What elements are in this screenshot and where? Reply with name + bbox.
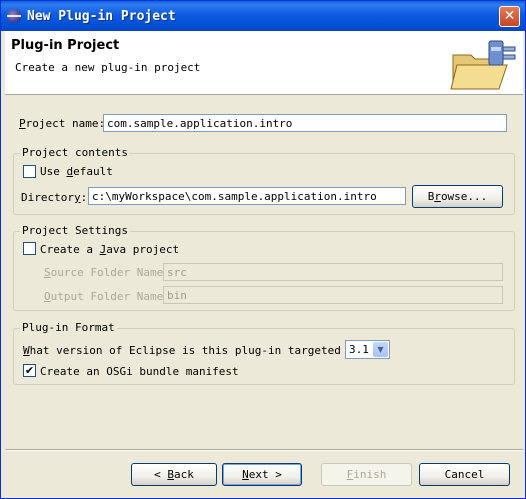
directory-label: Directory:: [21, 191, 88, 204]
directory-input[interactable]: c:\myWorkspace\com.sample.application.in…: [88, 187, 406, 205]
browse-button[interactable]: Browse...: [412, 185, 503, 208]
close-button[interactable]: ✕: [499, 6, 520, 27]
source-folder-label: Source Folder Name:: [44, 266, 170, 279]
project-name-label: Project name:: [19, 117, 106, 130]
plugin-format-legend: Plug-in Format: [20, 321, 117, 334]
project-name-input[interactable]: com.sample.application.intro: [103, 114, 507, 132]
finish-button[interactable]: Finish: [321, 463, 412, 486]
use-default-label: Use default: [40, 165, 113, 178]
output-folder-input[interactable]: bin: [163, 286, 503, 304]
create-java-project-label: Create a Java project: [40, 243, 180, 256]
eclipse-version-label: What version of Eclipse is this plug-in …: [23, 344, 374, 357]
project-contents-legend: Project contents: [20, 146, 130, 159]
page-title: Plug-in Project: [11, 38, 120, 53]
osgi-manifest-checkbox[interactable]: ✔: [23, 364, 36, 377]
wizard-content: Project name: com.sample.application.int…: [5, 96, 523, 448]
button-bar-separator: [5, 449, 523, 451]
eclipse-version-value: 3.1: [349, 343, 369, 356]
wizard-header: Plug-in Project Create a new plug-in pro…: [5, 31, 523, 95]
plugin-folder-icon: [450, 40, 516, 90]
page-description: Create a new plug-in project: [15, 61, 201, 74]
next-button[interactable]: Next >: [222, 463, 302, 486]
chevron-down-icon[interactable]: ▼: [373, 342, 388, 357]
back-button[interactable]: < Back: [131, 463, 217, 486]
use-default-checkbox[interactable]: [23, 165, 36, 178]
window-title: New Plug-in Project: [27, 9, 176, 24]
cancel-button[interactable]: Cancel: [419, 463, 510, 486]
osgi-manifest-label: Create an OSGi bundle manifest: [40, 365, 239, 378]
project-settings-legend: Project Settings: [20, 224, 130, 237]
create-java-project-checkbox[interactable]: [23, 242, 36, 255]
eclipse-icon: [7, 9, 21, 23]
output-folder-label: Output Folder Name:: [44, 290, 170, 303]
eclipse-version-select[interactable]: 3.1 ▼: [345, 340, 390, 359]
dialog-window: New Plug-in Project ✕ Plug-in Project Cr…: [0, 0, 526, 499]
source-folder-input[interactable]: src: [163, 263, 503, 281]
title-bar[interactable]: New Plug-in Project ✕: [1, 1, 525, 31]
